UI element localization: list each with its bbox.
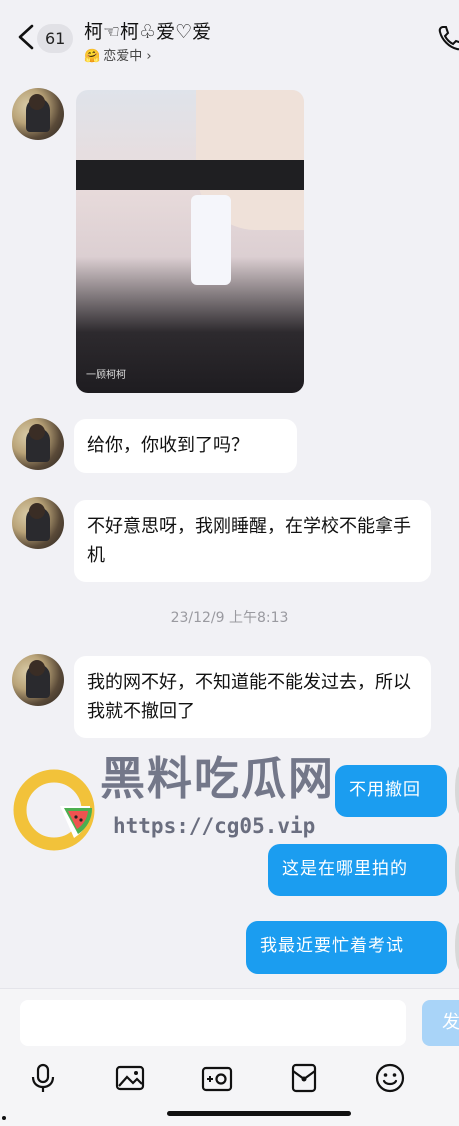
relationship-status[interactable]: 🤗 恋爱中 › [84, 45, 152, 64]
watermark-title: 黑料吃瓜网 [100, 752, 336, 805]
home-indicator [167, 1111, 351, 1116]
incoming-message[interactable]: 给你，你收到了吗？ [74, 419, 297, 473]
watermark-url: https://cg05.vip [113, 814, 316, 838]
watermark-logo-icon [13, 769, 95, 851]
incoming-message[interactable]: 不好意思呀，我刚睡醒，在学校不能拿手机 [74, 500, 431, 582]
incoming-message[interactable]: 我的网不好，不知道能不能发过去，所以我就不撤回了 [74, 656, 431, 738]
mic-icon[interactable] [27, 1062, 59, 1094]
image-message[interactable]: 一顾柯柯 [76, 90, 304, 393]
chat-header: 61 柯☜柯♧爱♡爱 🤗 恋爱中 › [0, 0, 459, 74]
unread-count-badge[interactable]: 61 [37, 24, 74, 53]
send-button[interactable]: 发 [422, 1000, 459, 1046]
phone-icon[interactable] [437, 24, 459, 52]
status-dot [2, 1116, 6, 1120]
message-timestamp: 23/12/9 上午8:13 [170, 610, 289, 626]
status-text: 恋爱中 › [103, 49, 152, 64]
contact-avatar[interactable] [12, 654, 64, 706]
contact-avatar[interactable] [12, 418, 64, 470]
red-packet-icon[interactable] [288, 1062, 320, 1094]
outgoing-message[interactable]: 不用撤回 [335, 765, 447, 817]
status-emoji-icon: 🤗 [84, 49, 101, 64]
outgoing-message[interactable]: 我最近要忙着考试 [246, 921, 447, 974]
outgoing-message[interactable]: 这是在哪里拍的 [268, 844, 447, 896]
image-icon[interactable] [114, 1062, 146, 1094]
my-avatar[interactable] [455, 765, 459, 815]
contact-name[interactable]: 柯☜柯♧爱♡爱 [84, 17, 211, 44]
photo-watermark: 一顾柯柯 [86, 370, 126, 381]
contact-avatar[interactable] [12, 497, 64, 549]
camera-icon[interactable] [201, 1062, 233, 1094]
contact-avatar[interactable] [12, 88, 64, 140]
message-input[interactable] [20, 1000, 406, 1046]
my-avatar[interactable] [455, 844, 459, 894]
emoji-icon[interactable] [374, 1062, 406, 1094]
my-avatar[interactable] [455, 921, 459, 971]
